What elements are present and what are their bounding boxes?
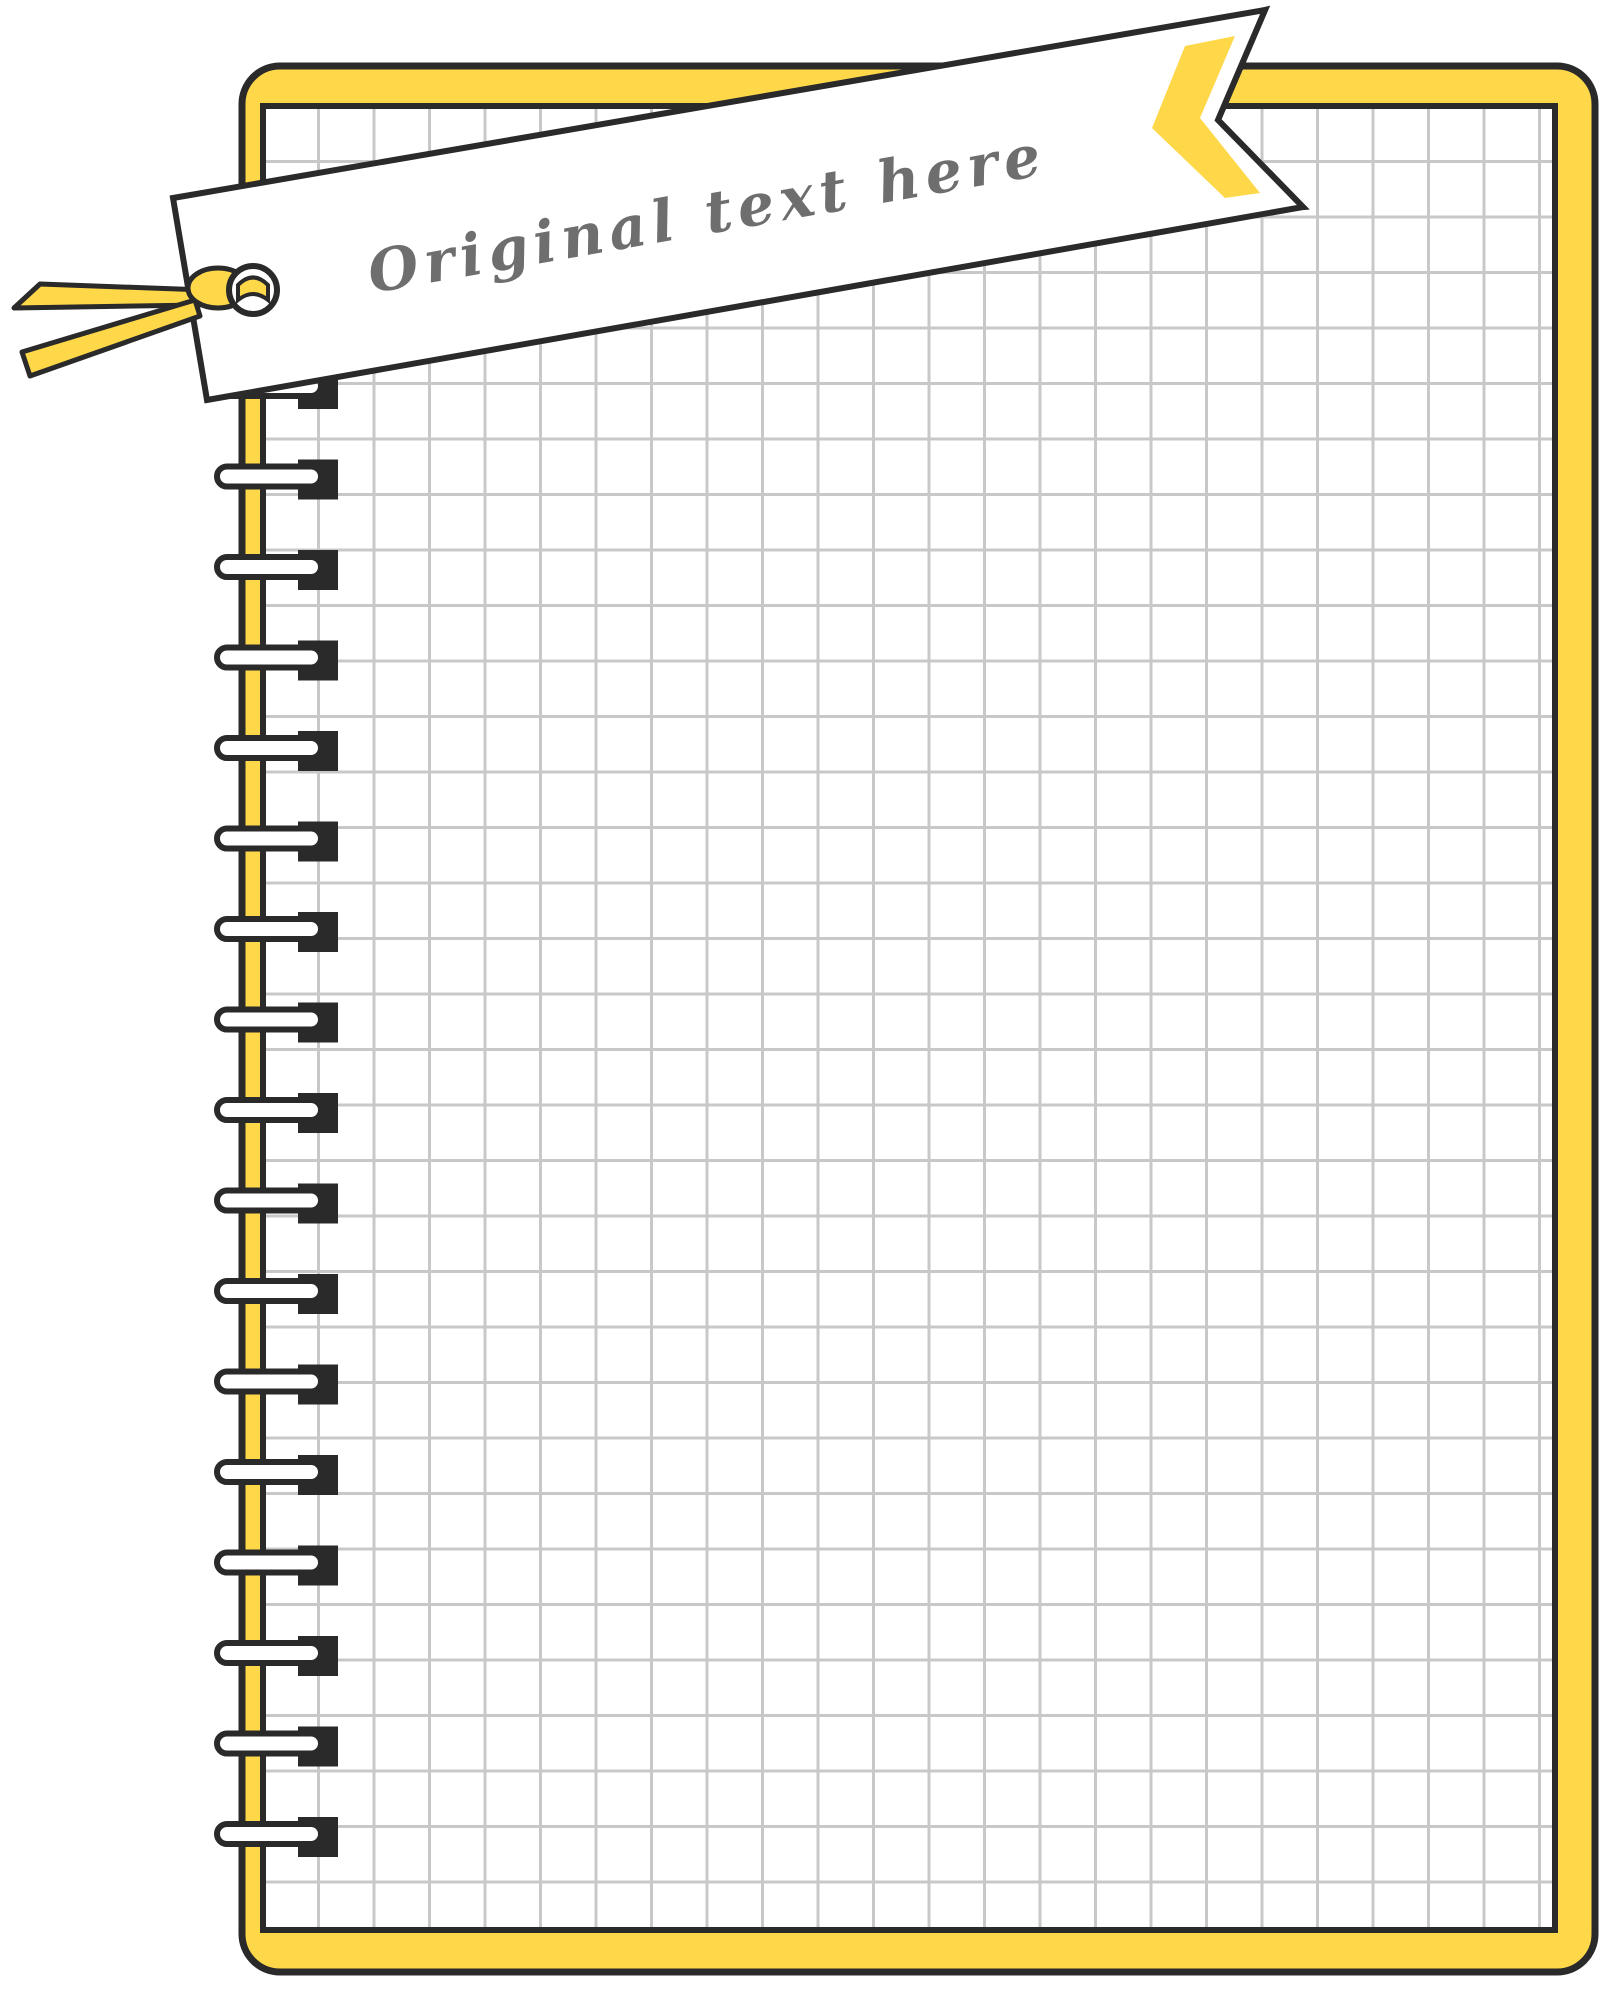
notebook-illustration: Original text here bbox=[0, 0, 1609, 1985]
tag-hole-icon bbox=[226, 263, 280, 317]
notebook-page bbox=[260, 103, 1558, 1933]
notebook-svg: Original text here bbox=[11, 5, 1599, 1976]
